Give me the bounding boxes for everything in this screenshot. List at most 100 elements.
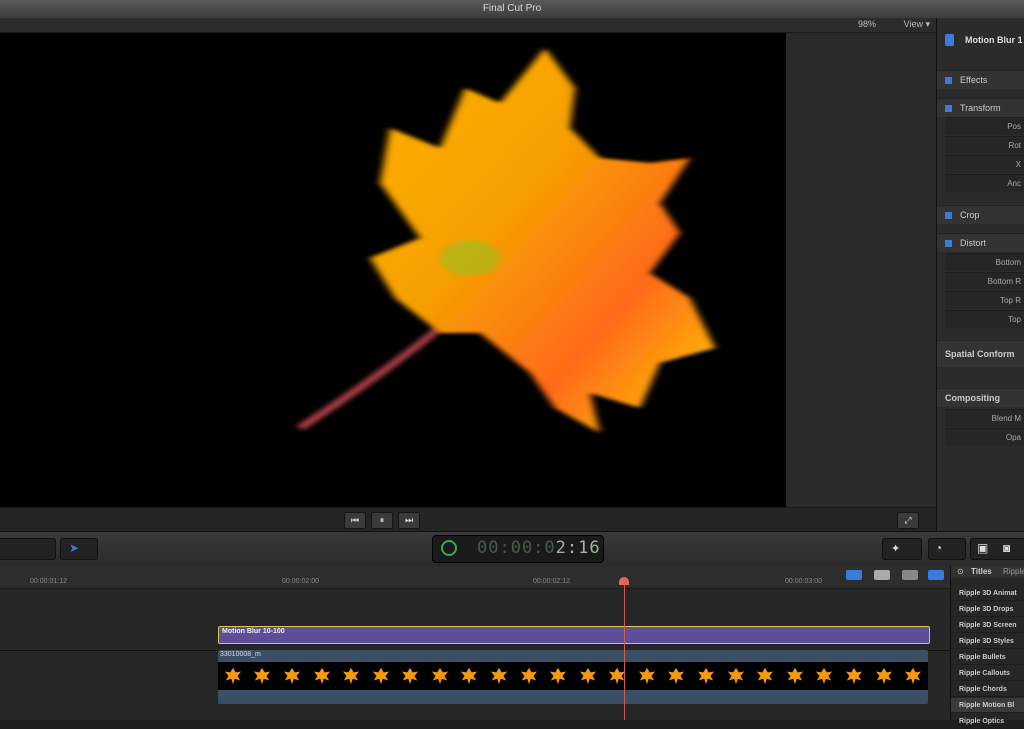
title-list-item[interactable]: Ripple Motion Bl	[951, 698, 1024, 713]
inspector-header: Motion Blur 1	[937, 28, 1024, 52]
title-list-item[interactable]: Ripple Chords	[951, 682, 1024, 697]
thumbnail-frame	[372, 667, 389, 685]
next-frame-button[interactable]: ⏭	[398, 512, 420, 529]
thumbnail-frame	[638, 667, 655, 685]
thumbnail-frame	[342, 667, 360, 685]
transform-row[interactable]: Rot	[945, 136, 1024, 154]
retime-button[interactable]: ◔	[928, 538, 966, 560]
spatial-conform-label: Spatial Conform	[945, 349, 1015, 359]
transform-checkbox[interactable]	[945, 105, 952, 113]
thumbnail-frame	[757, 667, 774, 685]
timecode-mode-icon	[441, 540, 457, 556]
clip-filmstrip	[218, 662, 928, 690]
viewer-margin	[786, 33, 936, 507]
title-list-item[interactable]: Ripple Optics	[951, 714, 1024, 729]
thumbnail-frame	[461, 667, 478, 685]
title-list-item[interactable]: Ripple 3D Animat	[951, 586, 1024, 601]
title-list-item[interactable]: Ripple Bullets	[951, 650, 1024, 665]
crop-label: Crop	[960, 210, 980, 220]
titles-list: Ripple 3D Animat Ripple 3D Drops Ripple 3D…	[951, 586, 1024, 729]
thumbnail-frame	[550, 667, 567, 685]
transform-row[interactable]: Anc	[945, 174, 1024, 192]
titles-category[interactable]: Titles	[971, 567, 992, 576]
video-viewer[interactable]	[0, 33, 786, 507]
retime-icon: ◔	[935, 541, 943, 555]
pause-button[interactable]: ⏸	[371, 512, 393, 529]
title-list-item[interactable]: Ripple 3D Styles	[951, 634, 1024, 649]
transform-row[interactable]: Pos	[945, 117, 1024, 135]
arrow-tool-icon: ➤	[69, 541, 80, 555]
transport-bar: ⏮ ⏸ ⏭ ⤢	[0, 507, 936, 532]
audio-skimming-icon[interactable]	[902, 570, 918, 580]
compositing-label: Compositing	[945, 393, 1000, 403]
magic-wand-button[interactable]: ✦	[882, 538, 922, 560]
effects-section[interactable]: Effects	[937, 70, 1024, 89]
thumbnail-frame	[520, 667, 537, 685]
magic-wand-icon: ✦	[891, 543, 901, 555]
zoom-out-icon[interactable]	[846, 570, 862, 580]
compositing-section[interactable]: Compositing	[937, 388, 1024, 407]
titles-browser: ⊙ Titles Ripple Ripple 3D Animat Ripple 3…	[950, 566, 1024, 729]
video-clip[interactable]: 33010008_m	[218, 650, 928, 704]
edit-mode-buttons[interactable]	[0, 538, 56, 560]
timeline[interactable]: 00:00:01:12 00:00:02:00 00:00:02:12 00:0…	[0, 566, 950, 720]
thumbnail-frame	[697, 667, 715, 685]
crop-checkbox[interactable]	[945, 212, 952, 220]
title-clip[interactable]: Motion Blur 10-100	[218, 626, 930, 644]
title-list-item[interactable]: Ripple 3D Drops	[951, 602, 1024, 617]
browser-buttons[interactable]: ▣ ◙	[970, 538, 1024, 560]
transform-row[interactable]: X	[945, 155, 1024, 173]
distort-row[interactable]: Top R	[945, 291, 1024, 309]
distort-section[interactable]: Distort	[937, 233, 1024, 252]
compositing-row[interactable]: Opa	[945, 428, 1024, 446]
thumbnail-frame	[431, 667, 448, 685]
inspector-clip-name: Motion Blur 1	[965, 35, 1023, 45]
previous-frame-button[interactable]: ⏮	[344, 512, 366, 529]
effects-label: Effects	[960, 75, 988, 85]
distort-row[interactable]: Top	[945, 310, 1024, 328]
distort-row[interactable]: Bottom	[945, 253, 1024, 271]
thumbnail-frame	[816, 667, 833, 685]
distort-row[interactable]: Bottom R	[945, 272, 1024, 290]
thumbnail-frame	[254, 667, 271, 685]
transform-section[interactable]: Transform	[937, 98, 1024, 117]
title-clip-label: Motion Blur 10-100	[222, 628, 285, 635]
thumbnail-frame	[668, 667, 685, 685]
thumbnail-frame	[313, 667, 330, 685]
compositing-row[interactable]: Blend M	[945, 409, 1024, 427]
camera-icon: ◙	[1003, 541, 1011, 555]
timecode-dim-digits: 00:00:0	[477, 538, 556, 558]
timeline-ruler[interactable]: 00:00:01:12 00:00:02:00 00:00:02:12 00:0…	[0, 566, 950, 589]
ruler-label: 00:00:02:00	[282, 578, 319, 585]
disclosure-icon[interactable]: ⊙	[957, 567, 964, 576]
thumbnail-frame	[224, 667, 241, 685]
titles-search[interactable]: Ripple	[1003, 567, 1024, 576]
thumbnail-frame	[283, 667, 301, 685]
thumbnail-frame	[490, 667, 508, 685]
fullscreen-button[interactable]: ⤢	[897, 512, 919, 529]
select-tool-button[interactable]: ➤	[60, 538, 98, 560]
window-title: Final Cut Pro	[482, 3, 542, 14]
crop-section[interactable]: Crop	[937, 205, 1024, 224]
zoom-menu[interactable]: 98%	[858, 19, 876, 29]
view-menu[interactable]: View ▾	[904, 19, 930, 30]
timeline-toolbar: ➤ 00:00:02:16 ✦ ◔ ▣ ◙	[0, 531, 1024, 567]
thumbnail-frame	[579, 667, 596, 685]
thumbnail-frame	[904, 667, 922, 685]
timecode-value: 2:16	[555, 538, 601, 558]
ruler-label: 00:00:03:00	[785, 578, 822, 585]
thumbnail-frame	[786, 667, 803, 685]
playhead[interactable]	[624, 582, 625, 720]
effects-checkbox[interactable]	[945, 77, 952, 85]
timecode-display[interactable]: 00:00:02:16	[432, 535, 604, 563]
clip-appearance-icon[interactable]	[874, 570, 890, 580]
distort-checkbox[interactable]	[945, 240, 952, 248]
title-list-item[interactable]: Ripple Callouts	[951, 666, 1024, 681]
spatial-conform-section[interactable]: Spatial Conform	[937, 340, 1024, 367]
title-clip-icon	[945, 34, 954, 46]
title-list-item[interactable]: Ripple 3D Screen	[951, 618, 1024, 633]
photos-icon: ▣	[977, 541, 989, 555]
ruler-label: 00:00:01:12	[30, 578, 67, 585]
thumbnail-frame	[727, 667, 744, 685]
snapping-icon[interactable]	[928, 570, 944, 580]
